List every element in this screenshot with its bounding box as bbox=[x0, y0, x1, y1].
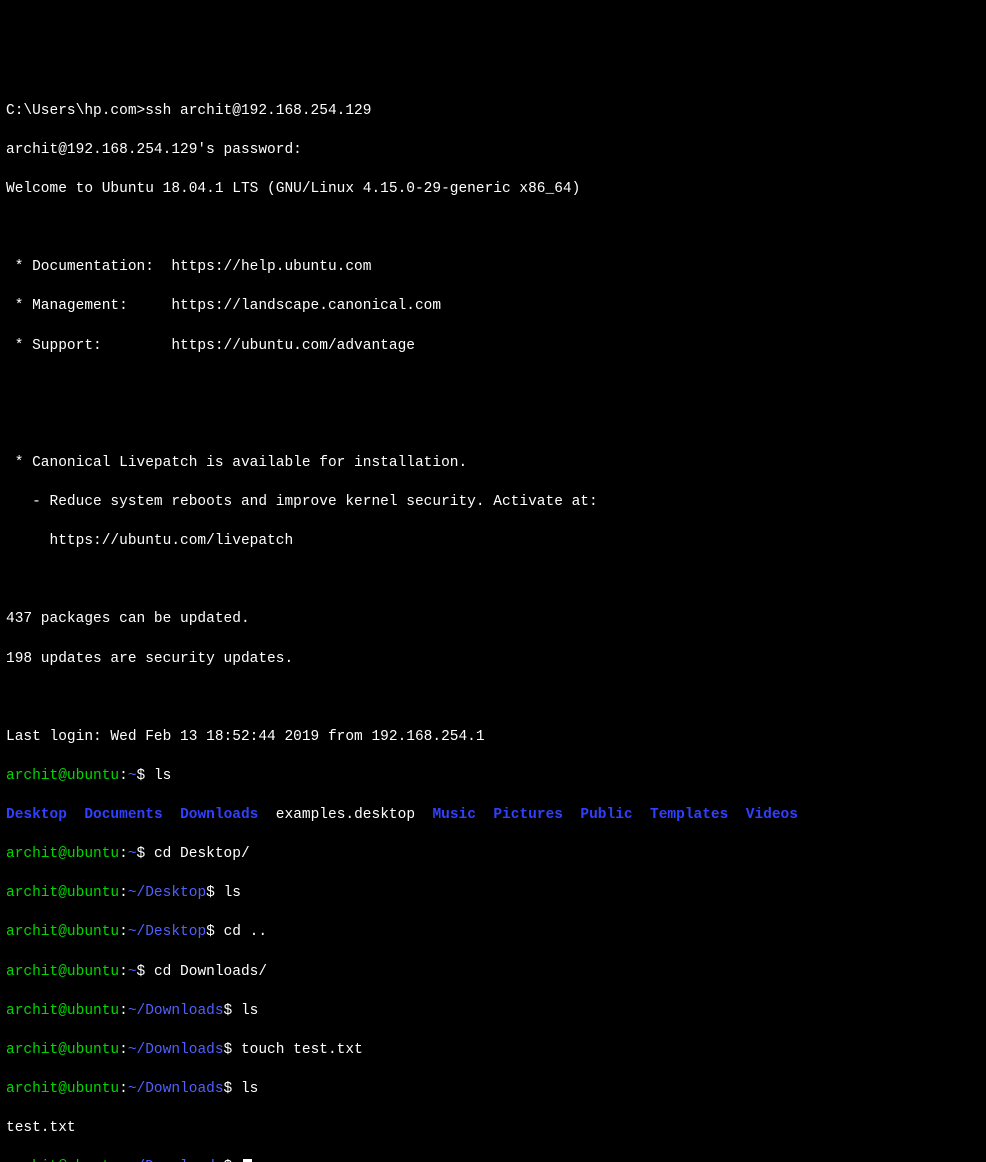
prompt-cd-desktop: archit@ubuntu:~$ cd Desktop/ bbox=[6, 845, 980, 865]
security-updates: 198 updates are security updates. bbox=[6, 650, 980, 670]
prompt-colon: : bbox=[119, 1159, 128, 1162]
terminal[interactable]: C:\Users\hp.com>ssh archit@192.168.254.1… bbox=[6, 82, 980, 1162]
cursor-icon bbox=[243, 1159, 252, 1162]
prompt-userhost: archit@ubuntu bbox=[6, 1042, 119, 1058]
prompt-path: ~/Desktop bbox=[128, 924, 206, 940]
prompt-colon: : bbox=[119, 1042, 128, 1058]
prompt-current[interactable]: archit@ubuntu:~/Downloads$ bbox=[6, 1158, 980, 1162]
prompt-dollar: $ bbox=[137, 768, 154, 784]
prompt-dollar: $ bbox=[206, 885, 223, 901]
prompt-dollar: $ bbox=[137, 846, 154, 862]
prompt-path: ~/Desktop bbox=[128, 885, 206, 901]
motd-management: * Management: https://landscape.canonica… bbox=[6, 297, 980, 317]
prompt-dollar: $ bbox=[137, 964, 154, 980]
prompt-path: ~/Downloads bbox=[128, 1003, 224, 1019]
prompt-userhost: archit@ubuntu bbox=[6, 1159, 119, 1162]
prompt-dollar: $ bbox=[224, 1159, 241, 1162]
prompt-userhost: archit@ubuntu bbox=[6, 924, 119, 940]
command-text: ls bbox=[154, 768, 171, 784]
prompt-colon: : bbox=[119, 768, 128, 784]
prompt-colon: : bbox=[119, 1003, 128, 1019]
livepatch-2: - Reduce system reboots and improve kern… bbox=[6, 493, 980, 513]
prompt-desktop-cdup: archit@ubuntu:~/Desktop$ cd .. bbox=[6, 923, 980, 943]
command-text: cd Downloads/ bbox=[154, 964, 267, 980]
prompt-downloads-ls: archit@ubuntu:~/Downloads$ ls bbox=[6, 1002, 980, 1022]
prompt-touch: archit@ubuntu:~/Downloads$ touch test.tx… bbox=[6, 1041, 980, 1061]
prompt-userhost: archit@ubuntu bbox=[6, 1081, 119, 1097]
prompt-userhost: archit@ubuntu bbox=[6, 846, 119, 862]
dir-templates: Templates bbox=[650, 807, 728, 823]
prompt-userhost: archit@ubuntu bbox=[6, 964, 119, 980]
blank bbox=[6, 376, 980, 396]
livepatch-1: * Canonical Livepatch is available for i… bbox=[6, 454, 980, 474]
dir-documents: Documents bbox=[84, 807, 162, 823]
prompt-dollar: $ bbox=[224, 1042, 241, 1058]
prompt-userhost: archit@ubuntu bbox=[6, 885, 119, 901]
prompt-userhost: archit@ubuntu bbox=[6, 1003, 119, 1019]
blank bbox=[6, 415, 980, 435]
prompt-colon: : bbox=[119, 924, 128, 940]
file-examples: examples.desktop bbox=[276, 807, 415, 823]
blank bbox=[6, 689, 980, 709]
packages-update: 437 packages can be updated. bbox=[6, 610, 980, 630]
prompt-ls: archit@ubuntu:~$ ls bbox=[6, 767, 980, 787]
last-login: Last login: Wed Feb 13 18:52:44 2019 fro… bbox=[6, 728, 980, 748]
command-text: cd .. bbox=[224, 924, 268, 940]
prompt-colon: : bbox=[119, 846, 128, 862]
prompt-path: ~/Downloads bbox=[128, 1159, 224, 1162]
livepatch-3: https://ubuntu.com/livepatch bbox=[6, 532, 980, 552]
dir-public: Public bbox=[580, 807, 632, 823]
prompt-userhost: archit@ubuntu bbox=[6, 768, 119, 784]
prompt-path: ~/Downloads bbox=[128, 1081, 224, 1097]
prompt-path: ~/Downloads bbox=[128, 1042, 224, 1058]
motd-doc: * Documentation: https://help.ubuntu.com bbox=[6, 258, 980, 278]
dir-pictures: Pictures bbox=[493, 807, 563, 823]
prompt-cd-downloads: archit@ubuntu:~$ cd Downloads/ bbox=[6, 963, 980, 983]
command-text: ls bbox=[241, 1003, 258, 1019]
dir-videos: Videos bbox=[746, 807, 798, 823]
dir-music: Music bbox=[432, 807, 476, 823]
blank bbox=[6, 571, 980, 591]
dir-desktop: Desktop bbox=[6, 807, 67, 823]
prompt-dollar: $ bbox=[224, 1003, 241, 1019]
prompt-dollar: $ bbox=[206, 924, 223, 940]
blank bbox=[6, 219, 980, 239]
prompt-colon: : bbox=[119, 964, 128, 980]
welcome-banner: Welcome to Ubuntu 18.04.1 LTS (GNU/Linux… bbox=[6, 180, 980, 200]
command-text: touch test.txt bbox=[241, 1042, 363, 1058]
prompt-desktop-ls: archit@ubuntu:~/Desktop$ ls bbox=[6, 884, 980, 904]
password-prompt: archit@192.168.254.129's password: bbox=[6, 141, 980, 161]
prompt-path: ~ bbox=[128, 964, 137, 980]
command-text: cd Desktop/ bbox=[154, 846, 250, 862]
dir-downloads: Downloads bbox=[180, 807, 258, 823]
prompt-colon: : bbox=[119, 1081, 128, 1097]
prompt-dollar: $ bbox=[224, 1081, 241, 1097]
prompt-colon: : bbox=[119, 885, 128, 901]
command-text: ls bbox=[224, 885, 241, 901]
ssh-command: C:\Users\hp.com>ssh archit@192.168.254.1… bbox=[6, 102, 980, 122]
prompt-path: ~ bbox=[128, 846, 137, 862]
ls-output: Desktop Documents Downloads examples.des… bbox=[6, 806, 980, 826]
motd-support: * Support: https://ubuntu.com/advantage bbox=[6, 337, 980, 357]
command-text: ls bbox=[241, 1081, 258, 1097]
file-test-txt: test.txt bbox=[6, 1119, 980, 1139]
prompt-path: ~ bbox=[128, 768, 137, 784]
prompt-downloads-ls2: archit@ubuntu:~/Downloads$ ls bbox=[6, 1080, 980, 1100]
